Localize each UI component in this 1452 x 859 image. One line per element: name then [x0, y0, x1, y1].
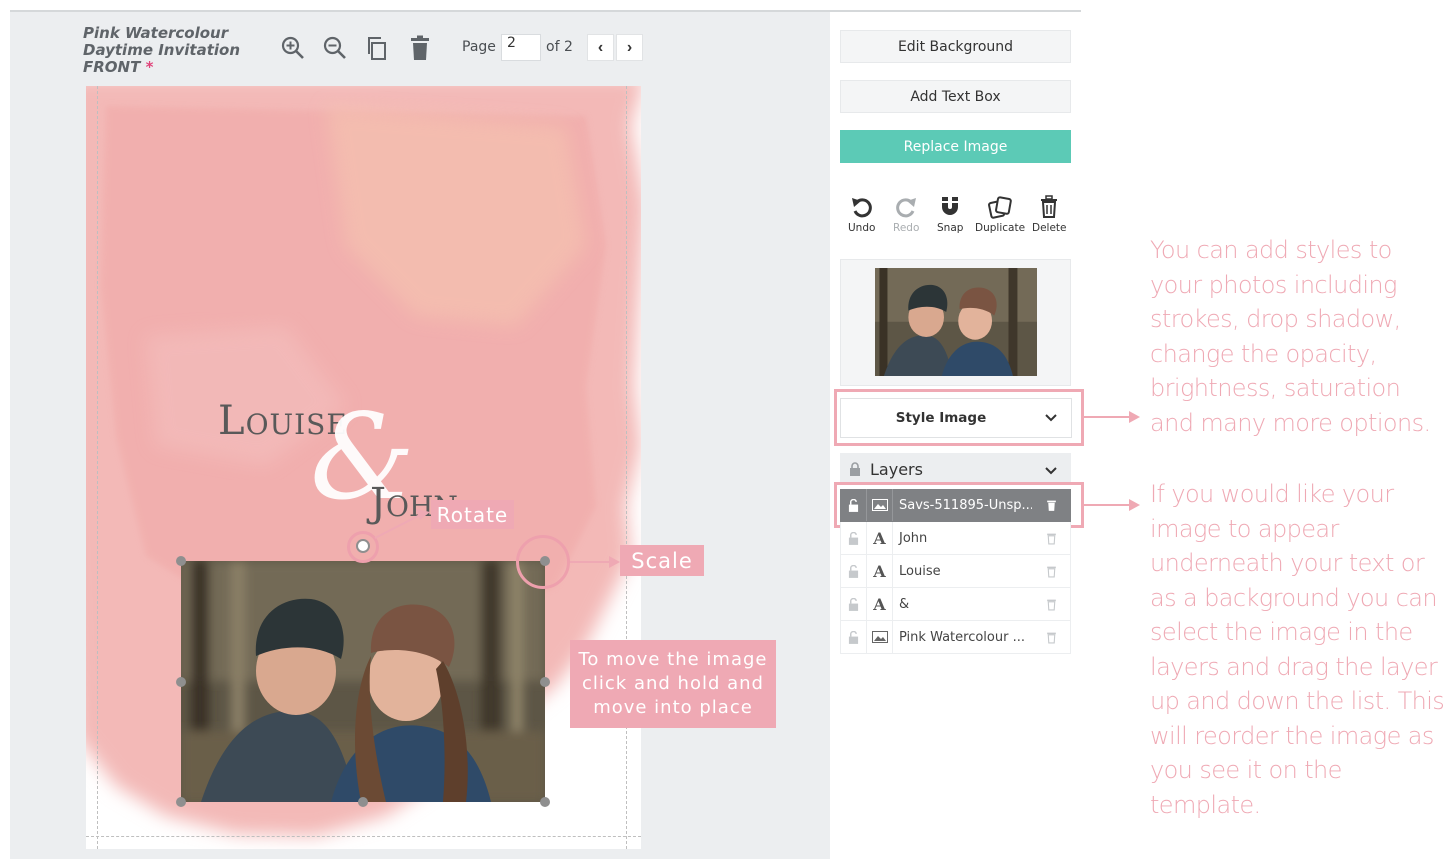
redo-label: Redo: [893, 222, 920, 234]
unlock-icon[interactable]: [841, 588, 867, 620]
guide-line-left: [97, 86, 98, 849]
layer-name: Louise: [899, 563, 941, 579]
replace-image-button[interactable]: Replace Image: [840, 130, 1071, 163]
resize-handle-bottom-middle[interactable]: [358, 797, 368, 807]
redo-icon: [894, 194, 918, 220]
layers-header[interactable]: Layers: [840, 453, 1071, 485]
snap-button[interactable]: Snap: [937, 194, 963, 236]
guide-line-bottom: [86, 836, 641, 837]
image-layer-icon: [867, 621, 893, 653]
edit-background-button[interactable]: Edit Background: [840, 30, 1071, 63]
resize-handle-middle-right[interactable]: [540, 677, 550, 687]
resize-handle-top-left[interactable]: [176, 556, 186, 566]
duplicate-label: Duplicate: [975, 222, 1026, 234]
trash-icon[interactable]: [1032, 598, 1070, 611]
layer-name: Pink Watercolour ...: [899, 629, 1025, 645]
chevron-right-icon: ›: [626, 38, 633, 56]
copy-page-icon[interactable]: [362, 33, 392, 63]
text-layer-icon: A: [867, 522, 893, 554]
unlock-icon[interactable]: [841, 489, 867, 521]
snap-label: Snap: [937, 222, 964, 234]
layer-row[interactable]: Pink Watercolour ...: [840, 621, 1071, 654]
layer-name: Savs-511895-Unsp...: [899, 497, 1032, 513]
guide-line-right: [626, 86, 627, 849]
unlock-icon[interactable]: [841, 522, 867, 554]
move-callout: To move the image click and hold and mov…: [570, 640, 776, 728]
couple-photo[interactable]: [181, 561, 545, 802]
chevron-left-icon: ‹: [597, 38, 604, 56]
delete-page-icon[interactable]: [405, 33, 435, 63]
resize-handle-middle-left[interactable]: [176, 677, 186, 687]
undo-label: Undo: [848, 222, 876, 234]
image-layer-icon: [867, 489, 893, 521]
layers-title: Layers: [870, 459, 923, 479]
layer-row[interactable]: A Louise: [840, 555, 1071, 588]
redo-button[interactable]: Redo: [893, 194, 919, 236]
trash-icon: [1039, 194, 1059, 220]
trash-icon[interactable]: [1032, 532, 1070, 545]
text-layer-icon: A: [867, 588, 893, 620]
zoom-in-icon[interactable]: [278, 33, 308, 63]
zoom-out-icon[interactable]: [320, 33, 350, 63]
trash-icon[interactable]: [1032, 499, 1070, 512]
styles-explanation: You can add styles to your photos includ…: [1150, 236, 1431, 437]
chevron-down-icon: [1031, 410, 1071, 426]
scale-callout: Scale: [620, 545, 704, 576]
page-number-input[interactable]: 2: [501, 34, 541, 61]
delete-button[interactable]: Delete: [1032, 194, 1067, 236]
undo-icon: [850, 194, 874, 220]
chevron-down-icon: [1031, 460, 1071, 479]
duplicate-button[interactable]: Duplicate: [975, 194, 1025, 236]
layer-row[interactable]: A &: [840, 588, 1071, 621]
rotate-handle[interactable]: [356, 539, 370, 553]
rotate-callout: Rotate: [431, 500, 514, 529]
delete-label: Delete: [1032, 222, 1067, 234]
document-title: Pink Watercolour Daytime Invitation FRON…: [83, 25, 253, 76]
layer-name: &: [899, 596, 910, 612]
screen: Pink Watercolour Daytime Invitation FRON…: [0, 0, 1452, 859]
unsaved-marker: *: [145, 58, 154, 76]
title-line-3: FRONT: [83, 58, 141, 76]
layers-explanation: If you would like your image to appear u…: [1150, 480, 1445, 819]
resize-handle-bottom-right[interactable]: [540, 797, 550, 807]
undo-button[interactable]: Undo: [848, 194, 875, 236]
next-page-button[interactable]: ›: [616, 34, 643, 61]
page-label: Page: [462, 39, 496, 55]
title-line-2: Daytime Invitation: [83, 41, 240, 59]
layer-name: John: [899, 530, 928, 546]
magnet-icon: [938, 194, 962, 220]
unlock-icon[interactable]: [841, 555, 867, 587]
trash-icon[interactable]: [1032, 631, 1070, 644]
duplicate-icon: [987, 194, 1013, 220]
add-text-box-button[interactable]: Add Text Box: [840, 80, 1071, 113]
lock-icon: [840, 462, 870, 476]
title-line-1: Pink Watercolour: [83, 24, 229, 42]
trash-icon[interactable]: [1032, 565, 1070, 578]
layer-row[interactable]: Savs-511895-Unsp...: [840, 489, 1071, 522]
prev-page-button[interactable]: ‹: [587, 34, 614, 61]
resize-handle-bottom-left[interactable]: [176, 797, 186, 807]
scale-highlight-ring: [516, 535, 570, 589]
image-thumbnail: [875, 268, 1037, 376]
layer-row[interactable]: A John: [840, 522, 1071, 555]
unlock-icon[interactable]: [841, 621, 867, 653]
page-total: of 2: [546, 39, 573, 55]
style-image-label: Style Image: [895, 410, 987, 426]
text-layer-icon: A: [867, 555, 893, 587]
style-image-dropdown[interactable]: Style Image: [840, 398, 1072, 438]
